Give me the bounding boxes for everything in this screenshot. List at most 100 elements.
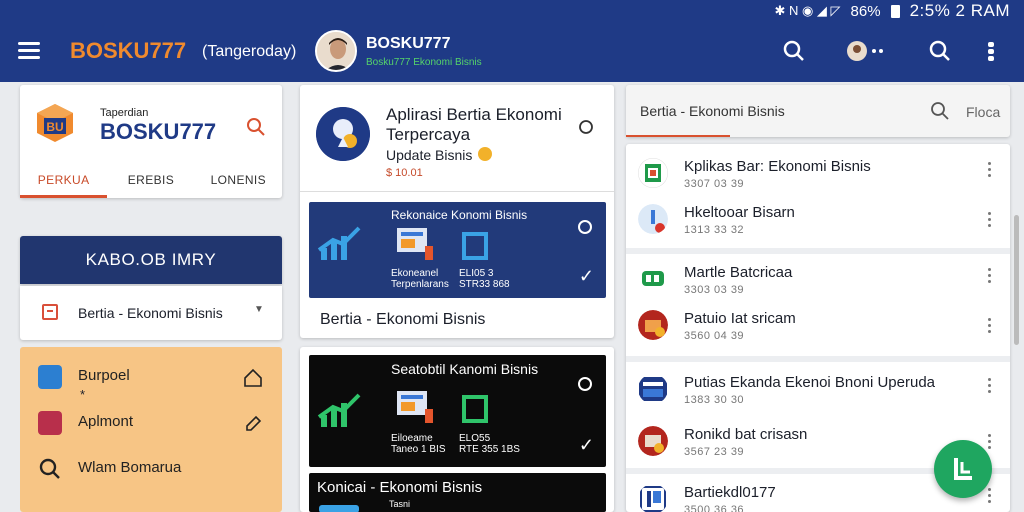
promo-banner-bottom[interactable]: Konicai - Ekonomi Bisnis Tasni [309, 473, 606, 512]
more-vert-icon[interactable] [988, 212, 992, 228]
radio-button[interactable] [578, 220, 592, 234]
app-bar: BOSKU777 (Tangeroday) BOSKU777 Bosku777 … [0, 22, 1024, 82]
app-icon-news [639, 377, 667, 401]
app-icon-gift [638, 310, 668, 340]
promo-card-dark: Seatobtil Kanomi Bisnis Eiloeame Taneo 1 … [300, 347, 614, 512]
home-icon[interactable] [242, 367, 264, 389]
promo-col-2: ELO55 RTE 355 1BS [459, 433, 520, 455]
check-icon[interactable]: ✓ [579, 435, 594, 456]
search-icon [39, 458, 60, 479]
promo-banner-navy[interactable]: Rekonaice Konomi Bisnis Ekoneanel Terpenl… [309, 202, 606, 298]
profile-name: BOSKU777 [366, 35, 451, 52]
avatar[interactable] [315, 30, 357, 72]
shortcut-item-wlam[interactable]: Wlam Bomarua [20, 453, 282, 493]
search-bar: Floca [626, 85, 1010, 137]
list-item-subtitle: 1383 30 30 [684, 394, 745, 406]
app-footer-title: Bertia - Ekonomi Bisnis [320, 311, 486, 328]
app-icon-book [640, 486, 666, 512]
account-switcher[interactable] [846, 39, 886, 63]
list-item[interactable]: Patuio Iat sricam 3560 04 39 [626, 304, 1010, 348]
search-icon[interactable] [930, 101, 950, 121]
app-title: Aplirasi Bertia Ekonomi Terpercaya [386, 105, 562, 144]
brand-subtitle: (Tangeroday) [202, 43, 297, 60]
tab-erebis[interactable]: EREBIS [107, 165, 194, 198]
search-focus-underline [626, 135, 730, 137]
list-item-title: Martle Batcricaa [684, 264, 793, 281]
list-item-title: Bartiekdl0177 [684, 484, 776, 501]
shortcut-label: Wlam Bomarua [78, 459, 182, 476]
profile-subtitle: Bosku777 Ekonomi Bisnis [366, 57, 482, 68]
app-icon-store [638, 426, 668, 456]
list-item-subtitle: 3500 36 36 [684, 504, 745, 512]
tab-perkua[interactable]: PERKUA [20, 165, 108, 198]
promo-title: Konicai - Ekonomi Bisnis [317, 479, 483, 496]
bag-icon [38, 411, 62, 435]
list-item[interactable]: Martle Batcricaa 3303 03 39 [626, 258, 1010, 302]
battery-text: 86% [850, 2, 881, 20]
shortcut-item-aplmont[interactable]: Aplmont [20, 407, 282, 447]
app-icon-calendar [638, 158, 668, 188]
brand-logo-icon: BU [37, 104, 73, 142]
brand-logo-text: BOSKU777 [100, 119, 217, 144]
search-icon[interactable] [782, 39, 806, 63]
status-indicators: ✱ N ◉ ◢ ◸ [774, 3, 841, 18]
more-vert-icon[interactable] [988, 318, 992, 334]
brand-title: BOSKU777 [70, 38, 187, 63]
bookmark-icon[interactable] [578, 119, 594, 135]
check-icon[interactable]: ✓ [579, 266, 594, 287]
app-logo-icon [316, 107, 370, 161]
clock-text: 2:5% 2 RAM [909, 1, 1010, 20]
list-item-title: Kplikas Bar: Ekonomi Bisnis [684, 158, 871, 175]
shortcut-item-burpoel[interactable]: Burpoel * [20, 361, 282, 402]
promo-title: Seatobtil Kanomi Bisnis [391, 361, 539, 377]
scrollbar[interactable] [1014, 215, 1019, 345]
list-item-title: Putias Ekanda Ekenoi Bnoni Uperuda [684, 374, 936, 391]
list-item-subtitle: 3567 23 39 [684, 446, 745, 458]
app-detail-card: Aplirasi Bertia Ekonomi Terpercaya Updat… [300, 85, 614, 338]
phone-icon [462, 232, 488, 260]
shortcut-panel: Burpoel * Aplmont Wlam Bomarua [20, 347, 282, 512]
monitor-icon [397, 228, 433, 260]
divider [626, 356, 1010, 362]
search-icon-secondary[interactable] [928, 39, 952, 63]
brand-card: BU Taperdian BOSKU777 PERKUA EREBIS LONE… [20, 85, 282, 198]
more-vert-icon[interactable] [984, 39, 998, 63]
brand-tagline: Taperdian [100, 107, 149, 119]
app-icon-chat [638, 264, 668, 294]
coin-icon [478, 147, 492, 161]
search-input[interactable] [640, 99, 956, 123]
more-vert-icon[interactable] [988, 162, 992, 178]
list-item[interactable]: Hkeltooar Bisarn 1313 33 32 [626, 198, 1010, 242]
promo-banner-black[interactable]: Seatobtil Kanomi Bisnis Eiloeame Taneo 1 … [309, 355, 606, 467]
category-dropdown[interactable]: Bertia - Ekonomi Bisnis ▼ [20, 286, 282, 340]
battery-icon [890, 4, 900, 18]
app-tile-icon [319, 505, 359, 512]
chevron-down-icon: ▼ [254, 304, 264, 315]
radio-button[interactable] [578, 377, 592, 391]
app-price: $ 10.01 [386, 167, 423, 179]
tab-lonenis[interactable]: LONENIS [195, 165, 282, 198]
more-vert-icon[interactable] [988, 378, 992, 394]
shortcut-label: Burpoel [78, 367, 130, 384]
phone-icon [462, 395, 488, 423]
list-item-title: Hkeltooar Bisarn [684, 204, 795, 221]
growth-chart-icon [317, 226, 361, 260]
menu-icon[interactable] [18, 42, 40, 60]
app-icon-lab [638, 204, 668, 234]
more-vert-icon[interactable] [988, 268, 992, 284]
tab-bar: PERKUA EREBIS LONENIS [20, 165, 282, 198]
search-icon[interactable] [246, 117, 266, 137]
list-item[interactable]: Kplikas Bar: Ekonomi Bisnis 3307 03 39 [626, 152, 1010, 196]
list-item-subtitle: 3303 03 39 [684, 284, 745, 296]
dropdown-selected: Bertia - Ekonomi Bisnis [78, 305, 223, 321]
promo-sub: Tasni [389, 499, 411, 509]
list-item-subtitle: 1313 33 32 [684, 224, 745, 236]
app-update-label: Update Bisnis [386, 147, 473, 163]
promo-title: Rekonaice Konomi Bisnis [391, 208, 528, 222]
search-filter-link[interactable]: Floca [966, 104, 1000, 120]
list-item[interactable]: Putias Ekanda Ekenoi Bnoni Uperuda 1383 … [626, 368, 1010, 412]
list-item-title: Ronikd bat crisasn [684, 426, 808, 443]
document-icon [42, 304, 58, 320]
add-fab-button[interactable] [934, 440, 992, 498]
edit-icon[interactable] [242, 413, 264, 435]
